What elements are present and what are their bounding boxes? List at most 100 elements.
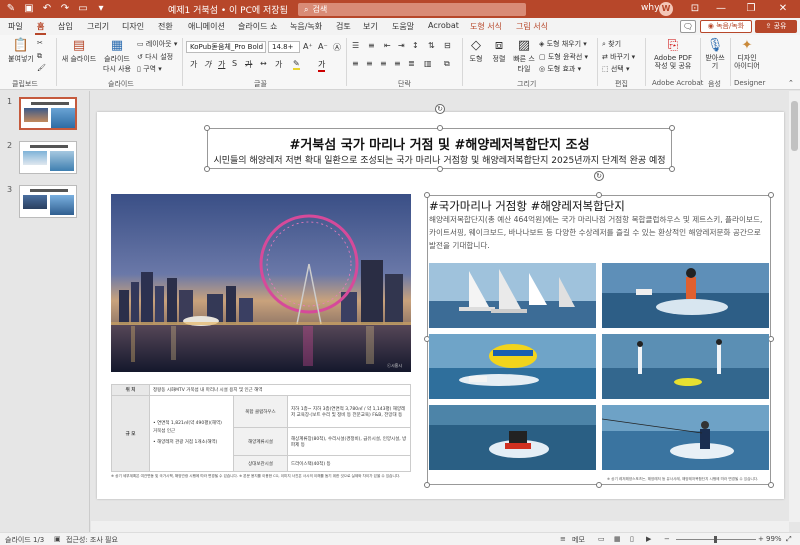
wakeboard-photo[interactable] [602,405,769,470]
avatar[interactable]: W [659,2,673,16]
reading-view-icon[interactable]: ▯ [630,535,634,543]
columns-icon[interactable]: ▥ [424,59,432,68]
tab-design[interactable]: 디자인 [122,21,144,32]
slide-thumbnail-3[interactable] [19,185,77,218]
new-slide-button[interactable]: ▤ 새 슬라이드 [60,39,98,64]
tab-home[interactable]: 홈 [34,21,47,35]
font-family-select[interactable]: KoPub돋움체_Pro Bold [186,41,266,53]
bold-icon[interactable]: 가 [190,59,197,70]
present-icon[interactable]: ▭ [76,2,90,16]
increase-indent-icon[interactable]: ⇥ [398,41,405,50]
underline-icon[interactable]: 가 [218,59,225,70]
text-direction-icon[interactable]: ⇅ [428,41,435,50]
resize-handle[interactable] [437,166,443,172]
highlight-icon[interactable]: ✎ [293,59,300,70]
redo-icon[interactable]: ↷ [58,2,72,16]
shape-fill-button[interactable]: ◈ 도형 채우기 ▾ [539,39,587,49]
city-night-photo[interactable] [111,194,411,372]
tab-animations[interactable]: 애니메이션 [188,21,225,32]
decrease-indent-icon[interactable]: ⇤ [384,41,391,50]
paste-button[interactable]: 📋 붙여넣기 [4,39,38,64]
layout-button[interactable]: ▭ 레이아웃 ▾ [137,39,177,49]
align-center-icon[interactable]: ≡ [366,59,373,68]
smartart-icon[interactable]: ⧉ [444,59,450,69]
user-name[interactable]: why [641,3,659,13]
horizontal-scrollbar[interactable] [91,521,789,532]
tab-file[interactable]: 파일 [8,21,23,32]
format-painter-icon[interactable]: 🖌 [37,64,46,72]
increase-font-icon[interactable]: A⁺ [303,42,313,51]
resize-handle[interactable] [669,166,675,172]
tab-record[interactable]: 녹음/녹화 [290,21,322,32]
slide-sorter-icon[interactable]: ▦ [614,535,621,543]
rotate-handle-icon[interactable]: ↻ [594,171,604,181]
sailing-photo[interactable] [429,263,596,328]
autosave-pen-icon[interactable]: ✎ [4,2,18,16]
numbering-icon[interactable]: ≡ [368,41,375,50]
tab-acrobat[interactable]: Acrobat [428,21,459,30]
ribbon-display-icon[interactable]: ⊡ [684,2,706,16]
resize-handle[interactable] [204,166,210,172]
zoom-slider-handle[interactable] [714,536,717,543]
banana-boat-photo[interactable] [429,334,596,399]
zoom-in-icon[interactable]: + [758,535,764,543]
restore-button[interactable]: ❐ [740,2,762,16]
char-spacing-icon[interactable]: ↔ [260,59,267,68]
search-input[interactable]: ⌕ 검색 [298,3,526,16]
shapes-button[interactable]: ◇ 도형 [465,39,487,64]
slide[interactable]: #거북섬 국가 마리나 거점 및 #해양레저복합단지 조성 시민들의 해양레저 … [97,104,784,499]
shape-outline-button[interactable]: ▢ 도형 윤곽선 ▾ [539,52,588,62]
vertical-scrollbar[interactable] [789,91,800,522]
jetski-photo[interactable] [429,405,596,470]
zoom-out-icon[interactable]: − [664,535,670,543]
bullets-icon[interactable]: ☰ [352,41,359,50]
fit-to-window-icon[interactable]: ⤢ [786,535,792,544]
copy-icon[interactable]: ⧉ [37,52,42,61]
minimize-button[interactable]: — [710,2,732,16]
tab-draw[interactable]: 그리기 [87,21,109,32]
flyboard-photo[interactable] [602,334,769,399]
replace-button[interactable]: ⇄ 바꾸기 ▾ [602,52,635,62]
tab-review[interactable]: 검토 [336,21,351,32]
create-pdf-button[interactable]: ⎘ Adobe PDF 작성 및 공유 [650,39,696,71]
section-button[interactable]: ▯ 구역 ▾ [137,64,162,74]
resize-handle[interactable] [204,125,210,131]
tab-shape-format[interactable]: 도형 서식 [470,21,502,32]
resize-handle[interactable] [424,482,430,488]
normal-view-icon[interactable]: ▭ [598,535,605,543]
cut-icon[interactable]: ✂ [37,39,43,47]
tab-picture-format[interactable]: 그림 서식 [516,21,548,32]
strikethrough-icon[interactable]: 가 [245,59,252,70]
shape-effects-button[interactable]: ◎ 도형 효과 ▾ [539,64,581,74]
reset-button[interactable]: ↺ 다시 설정 [137,52,173,62]
line-spacing-icon[interactable]: ↕ [412,41,419,50]
resize-handle[interactable] [596,482,602,488]
quick-styles-button[interactable]: ▨ 빠른 스타일 [511,39,537,74]
shadow-icon[interactable]: S [232,59,237,68]
tab-slideshow[interactable]: 슬라이드 쇼 [238,21,277,32]
slideshow-view-icon[interactable]: ▶ [646,535,651,543]
tab-transitions[interactable]: 전환 [158,21,173,32]
zoom-level[interactable]: 99% [766,535,782,543]
collapse-ribbon-icon[interactable]: ⌃ [788,79,794,87]
align-right-icon[interactable]: ≡ [380,59,387,68]
accessibility-status[interactable]: 접근성: 조사 필요 [66,535,118,545]
slide-counter[interactable]: 슬라이드 1/3 [5,535,44,545]
notes-button[interactable]: 메모 [572,535,585,545]
tab-insert[interactable]: 삽입 [58,21,73,32]
resize-handle[interactable] [437,125,443,131]
reuse-slides-button[interactable]: ▦ 슬라이드 다시 사용 [100,39,134,74]
design-ideas-button[interactable]: ✦ 디자인 아이디어 [734,39,760,71]
slide-thumbnail-2[interactable] [19,141,77,174]
select-button[interactable]: ⬚ 선택 ▾ [602,64,629,74]
document-title[interactable]: 예제1 거북섬 • 이 PC에 저장됨 [168,3,288,16]
align-left-icon[interactable]: ≡ [352,59,359,68]
share-button[interactable]: ⇪ 공유 [755,20,797,33]
jetboard-photo[interactable] [602,263,769,328]
decrease-font-icon[interactable]: A⁻ [318,42,328,51]
justify-icon[interactable]: ≡ [394,59,401,68]
customize-qat-icon[interactable]: ▾ [94,2,108,16]
clear-format-icon[interactable]: Ⓐ [333,42,341,53]
font-color-icon[interactable]: 가 [318,59,326,72]
comments-button[interactable]: 🗨 [680,20,696,33]
